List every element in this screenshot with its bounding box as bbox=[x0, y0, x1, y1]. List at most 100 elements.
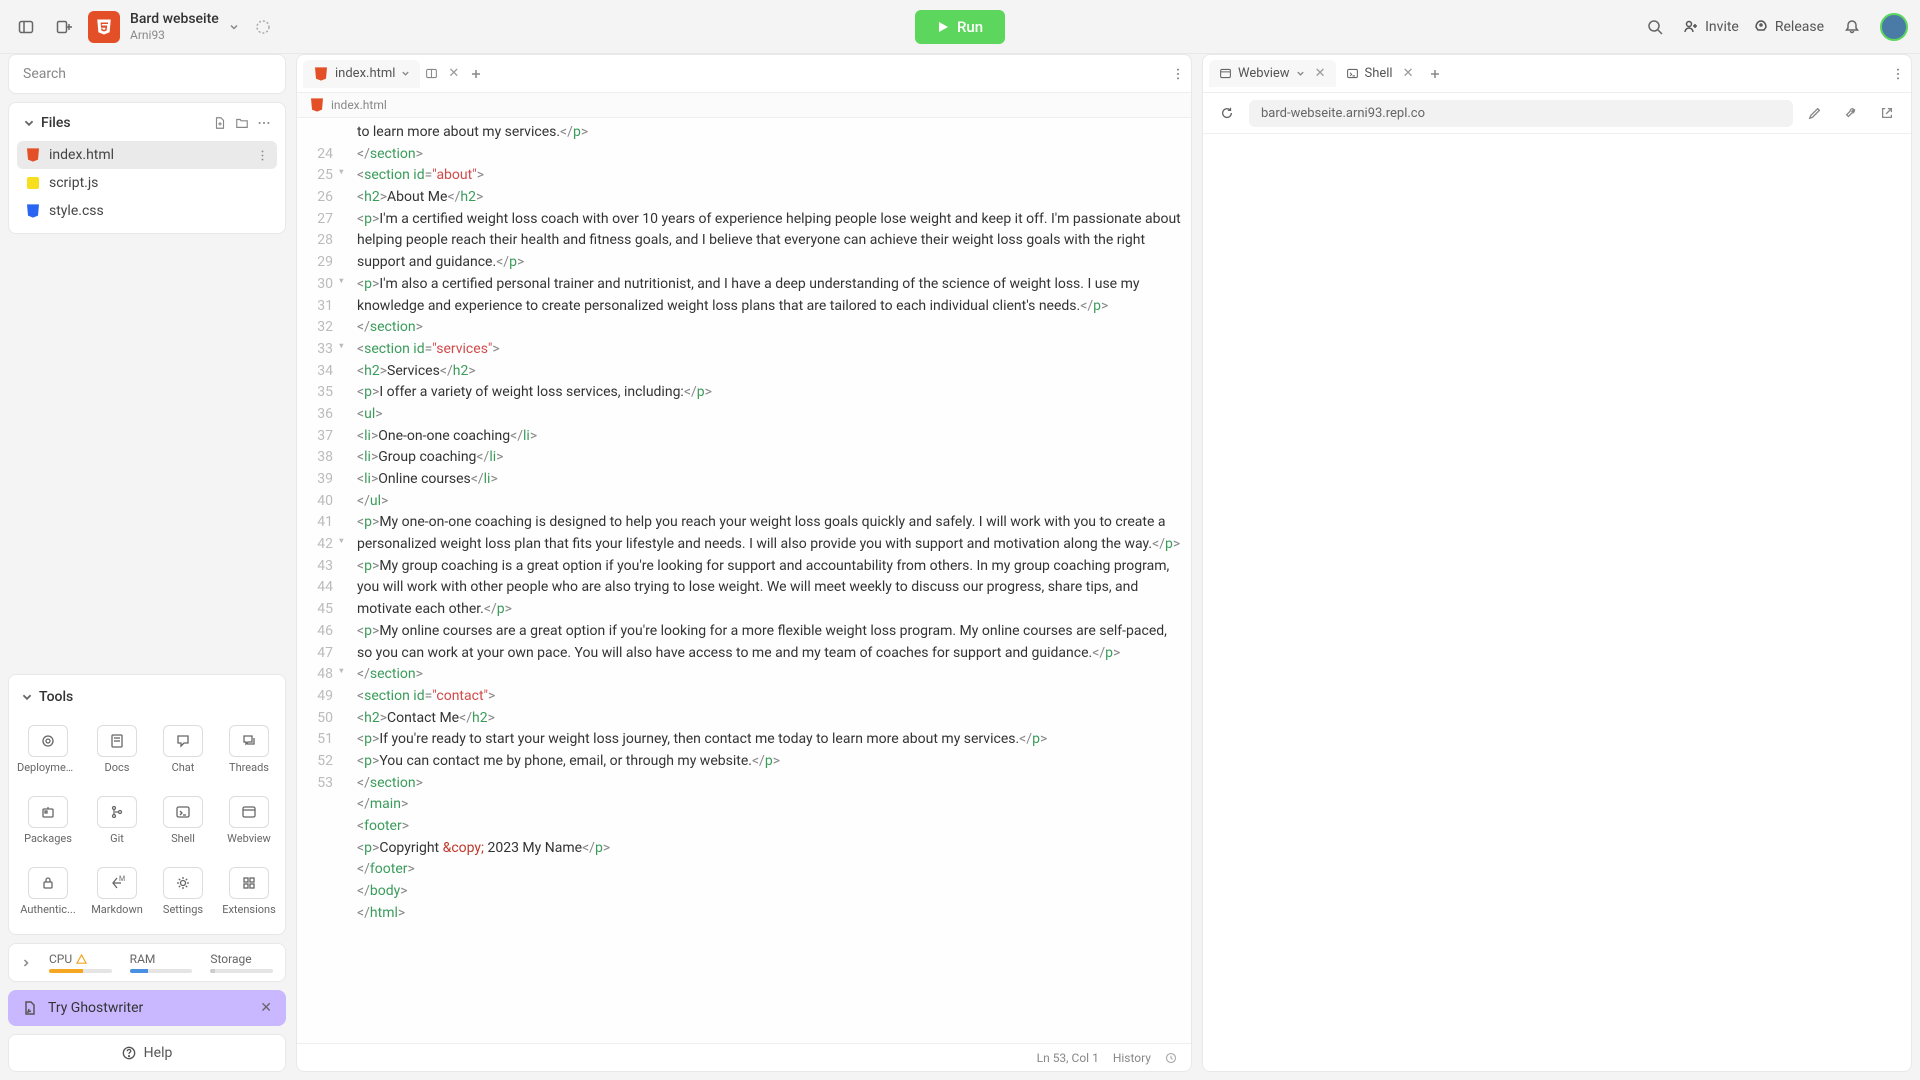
search-input[interactable]: Search bbox=[8, 54, 286, 94]
file-item-style-css[interactable]: style.css bbox=[17, 197, 277, 225]
tool-icon bbox=[229, 796, 269, 828]
tools-panel-header[interactable]: Tools bbox=[15, 685, 279, 709]
reload-icon bbox=[1220, 106, 1234, 120]
address-url: bard-webseite.arni93.repl.co bbox=[1261, 106, 1425, 121]
run-button[interactable]: Run bbox=[915, 10, 1005, 44]
tool-icon bbox=[28, 867, 68, 899]
tab-label: Webview bbox=[1238, 66, 1290, 81]
history-icon[interactable] bbox=[1165, 1052, 1177, 1064]
cpu-meter: CPU bbox=[49, 952, 112, 973]
sync-status-icon[interactable] bbox=[249, 13, 277, 41]
tool-icon bbox=[163, 796, 203, 828]
breadcrumb-text: index.html bbox=[331, 98, 387, 112]
invite-button[interactable]: Invite bbox=[1683, 19, 1739, 35]
split-tab-button[interactable] bbox=[420, 63, 442, 85]
address-input[interactable]: bard-webseite.arni93.repl.co bbox=[1249, 100, 1793, 127]
tool-label: Packages bbox=[24, 832, 72, 845]
webview-addressbar-row: bard-webseite.arni93.repl.co bbox=[1203, 93, 1911, 134]
tool-markdown[interactable]: M Markdown bbox=[87, 859, 147, 924]
editor-panel: index.html ✕ index.html 2425262 bbox=[296, 54, 1192, 1072]
file-name: index.html bbox=[49, 147, 114, 163]
tool-git[interactable]: Git bbox=[87, 788, 147, 853]
external-link-icon bbox=[1880, 106, 1894, 120]
bell-icon bbox=[1844, 19, 1860, 35]
webview-panel: Webview ✕ Shell ✕ bbox=[1202, 54, 1912, 1072]
ghostwriter-button[interactable]: Try Ghostwriter ✕ bbox=[8, 990, 286, 1026]
editor-tab-index-html[interactable]: index.html bbox=[303, 60, 420, 88]
storage-meter: Storage bbox=[210, 952, 273, 973]
new-folder-icon[interactable] bbox=[235, 116, 249, 130]
search-icon bbox=[1647, 19, 1663, 35]
tool-icon: M bbox=[97, 867, 137, 899]
tool-icon bbox=[229, 867, 269, 899]
chevron-down-icon[interactable] bbox=[1296, 69, 1305, 78]
more-icon[interactable] bbox=[1891, 67, 1905, 81]
resource-bar[interactable]: CPU RAM Storage bbox=[8, 943, 286, 982]
tool-icon bbox=[28, 796, 68, 828]
tool-packages[interactable]: Packages bbox=[15, 788, 81, 853]
tool-threads[interactable]: Threads bbox=[219, 717, 279, 782]
file-list: index.html script.jsstyle.css bbox=[17, 141, 277, 225]
open-external-button[interactable] bbox=[1873, 99, 1901, 127]
history-button[interactable]: History bbox=[1113, 1051, 1151, 1065]
tab-close-button[interactable]: ✕ bbox=[442, 62, 465, 85]
tool-label: Chat bbox=[172, 761, 195, 774]
files-panel-header[interactable]: Files bbox=[17, 111, 277, 135]
more-icon[interactable] bbox=[257, 116, 271, 130]
svg-text:M: M bbox=[119, 875, 125, 883]
close-icon[interactable]: ✕ bbox=[260, 1000, 272, 1016]
user-plus-icon bbox=[1683, 19, 1699, 35]
file-item-script-js[interactable]: script.js bbox=[17, 169, 277, 197]
chevron-down-icon[interactable] bbox=[401, 69, 410, 78]
tool-label: Extensions bbox=[222, 903, 276, 916]
search-button[interactable] bbox=[1641, 13, 1669, 41]
more-icon[interactable] bbox=[256, 149, 269, 162]
tool-shell[interactable]: Shell bbox=[153, 788, 213, 853]
breadcrumb[interactable]: index.html bbox=[297, 93, 1191, 118]
webview-icon bbox=[1219, 67, 1232, 80]
close-icon[interactable]: ✕ bbox=[1403, 66, 1414, 81]
new-tab-button[interactable] bbox=[465, 63, 487, 85]
tool-extensions[interactable]: Extensions bbox=[219, 859, 279, 924]
tool-chat[interactable]: Chat bbox=[153, 717, 213, 782]
tools-grid: Deployments Docs Chat Threads Packages Git She… bbox=[15, 717, 279, 924]
tool-label: Docs bbox=[105, 761, 130, 774]
tab-label: Shell bbox=[1365, 66, 1393, 81]
chevron-right-icon bbox=[21, 958, 31, 968]
rocket-icon bbox=[1753, 19, 1769, 35]
notifications-button[interactable] bbox=[1838, 13, 1866, 41]
tool-docs[interactable]: Docs bbox=[87, 717, 147, 782]
project-owner: Arni93 bbox=[130, 28, 219, 42]
help-button[interactable]: Help bbox=[8, 1034, 286, 1072]
tool-settings[interactable]: Settings bbox=[153, 859, 213, 924]
code-editor[interactable]: 2425262728293031323334353637383940414243… bbox=[297, 118, 1191, 1043]
more-icon[interactable] bbox=[1171, 67, 1185, 81]
html-file-icon bbox=[313, 66, 329, 82]
close-icon[interactable]: ✕ bbox=[1315, 66, 1326, 81]
wrench-button[interactable] bbox=[1837, 99, 1865, 127]
webview-tab[interactable]: Webview ✕ bbox=[1209, 60, 1336, 87]
sidebar-toggle-button[interactable] bbox=[12, 13, 40, 41]
tool-label: Shell bbox=[171, 832, 195, 845]
tool-label: Markdown bbox=[91, 903, 143, 916]
file-item-index-html[interactable]: index.html bbox=[17, 141, 277, 169]
add-pane-button[interactable] bbox=[50, 13, 78, 41]
reload-button[interactable] bbox=[1213, 99, 1241, 127]
tab-label: index.html bbox=[335, 66, 395, 81]
shell-tab[interactable]: Shell ✕ bbox=[1336, 60, 1424, 87]
tool-icon bbox=[229, 725, 269, 757]
sidebar: Search Files index.html script.jsstyle.cs… bbox=[8, 54, 286, 1072]
devtools-button[interactable] bbox=[1801, 99, 1829, 127]
release-button[interactable]: Release bbox=[1753, 19, 1824, 35]
project-info[interactable]: Bard webseite Arni93 bbox=[130, 11, 219, 42]
user-avatar[interactable] bbox=[1880, 13, 1908, 41]
chevron-down-icon[interactable] bbox=[229, 22, 239, 32]
new-file-icon[interactable] bbox=[213, 116, 227, 130]
tool-webview[interactable]: Webview bbox=[219, 788, 279, 853]
tool-authentic[interactable]: Authentic... bbox=[15, 859, 81, 924]
new-tab-button[interactable] bbox=[1424, 63, 1446, 85]
editor-tabs: index.html ✕ bbox=[297, 55, 1191, 93]
webview-content[interactable] bbox=[1203, 134, 1911, 1071]
tool-icon bbox=[163, 725, 203, 757]
tool-deployments[interactable]: Deployments bbox=[15, 717, 81, 782]
